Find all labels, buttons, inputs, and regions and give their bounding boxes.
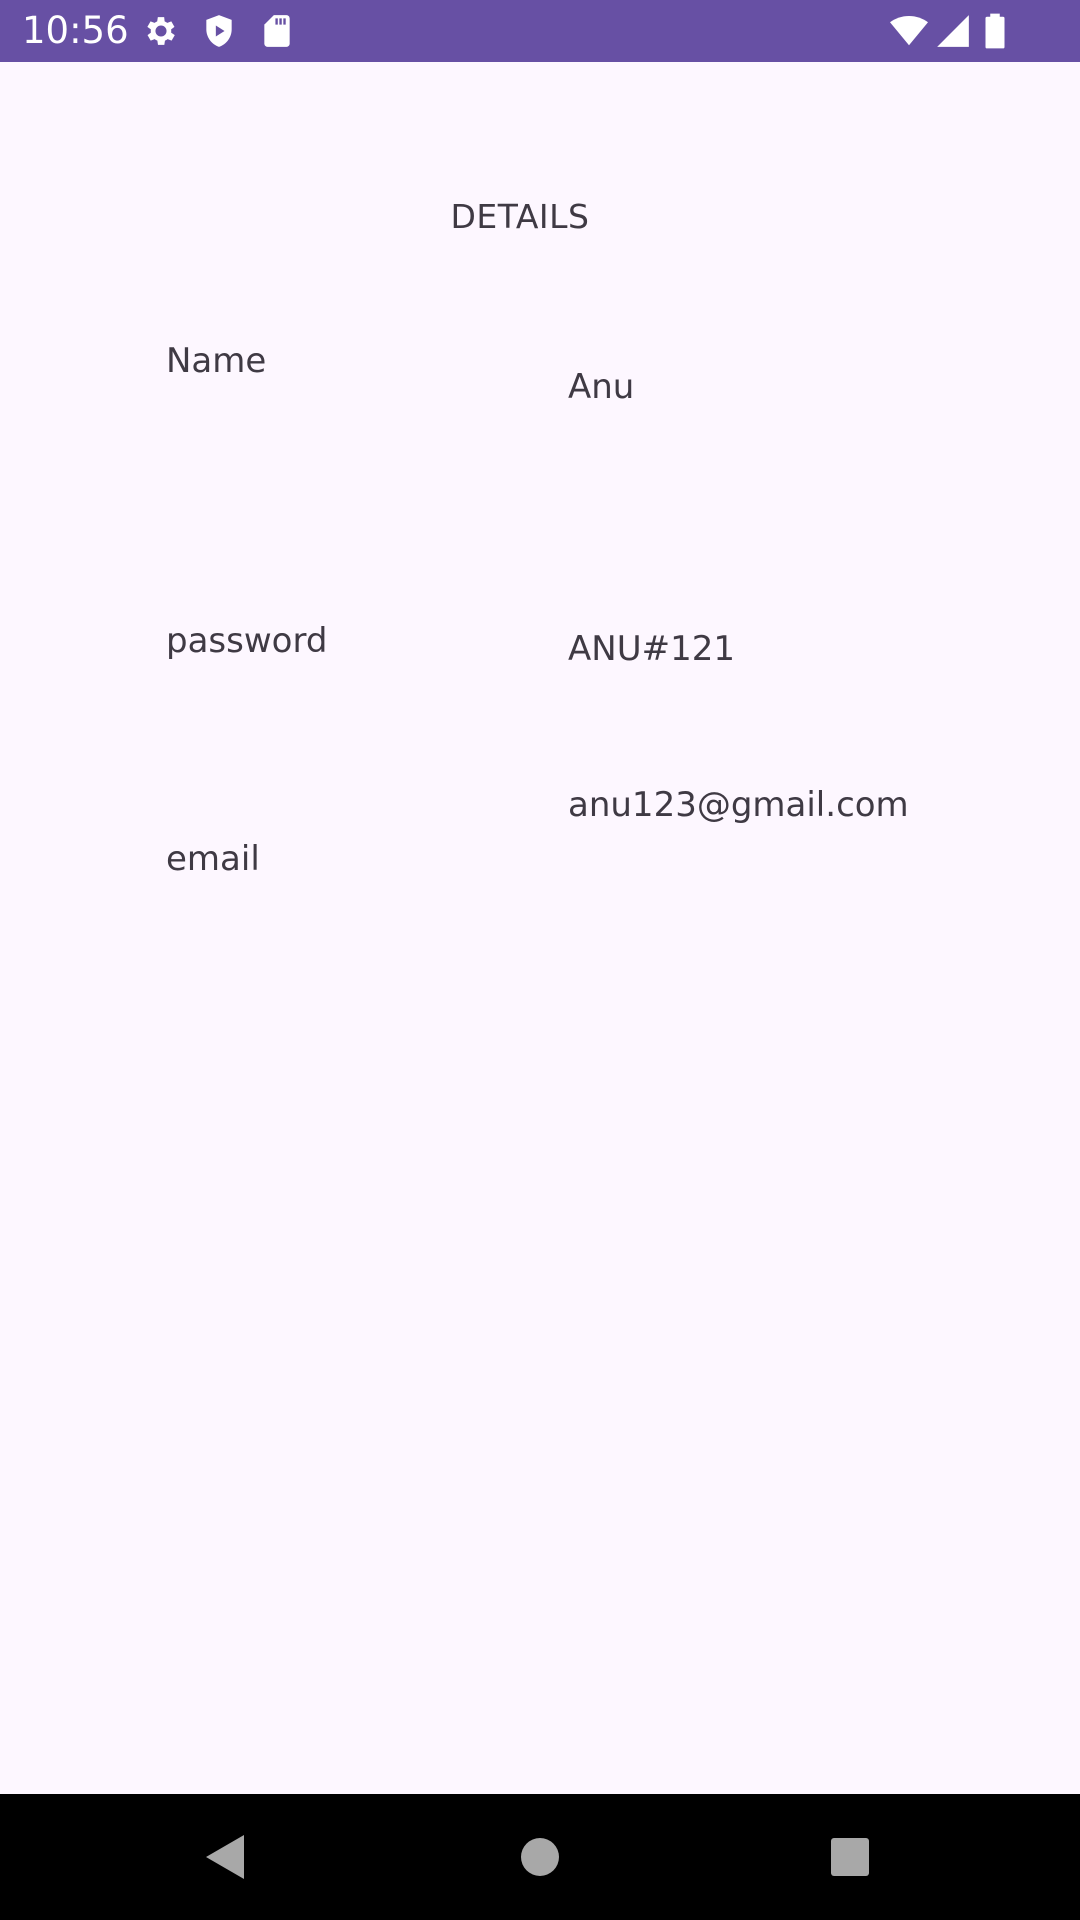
email-label: email <box>166 839 260 879</box>
wifi-icon <box>888 12 930 50</box>
name-value: Anu <box>568 367 635 407</box>
page-title: DETAILS <box>450 197 590 236</box>
password-value: ANU#121 <box>568 629 735 669</box>
name-label: Name <box>166 341 267 381</box>
recents-icon[interactable] <box>820 1827 880 1887</box>
app-screen: 10:56 DETAILS Name Anu password ANU#121 … <box>0 0 1080 1920</box>
signal-icon <box>934 12 972 50</box>
home-icon[interactable] <box>510 1827 570 1887</box>
email-value: anu123@gmail.com <box>568 785 909 825</box>
password-label: password <box>166 621 328 661</box>
battery-icon <box>980 12 1010 50</box>
status-bar: 10:56 <box>0 0 1080 62</box>
back-icon[interactable] <box>196 1827 256 1887</box>
settings-icon <box>142 12 180 50</box>
shield-play-icon <box>200 12 238 50</box>
sd-card-icon <box>258 12 296 50</box>
navigation-bar <box>0 1794 1080 1920</box>
status-time: 10:56 <box>22 9 129 52</box>
